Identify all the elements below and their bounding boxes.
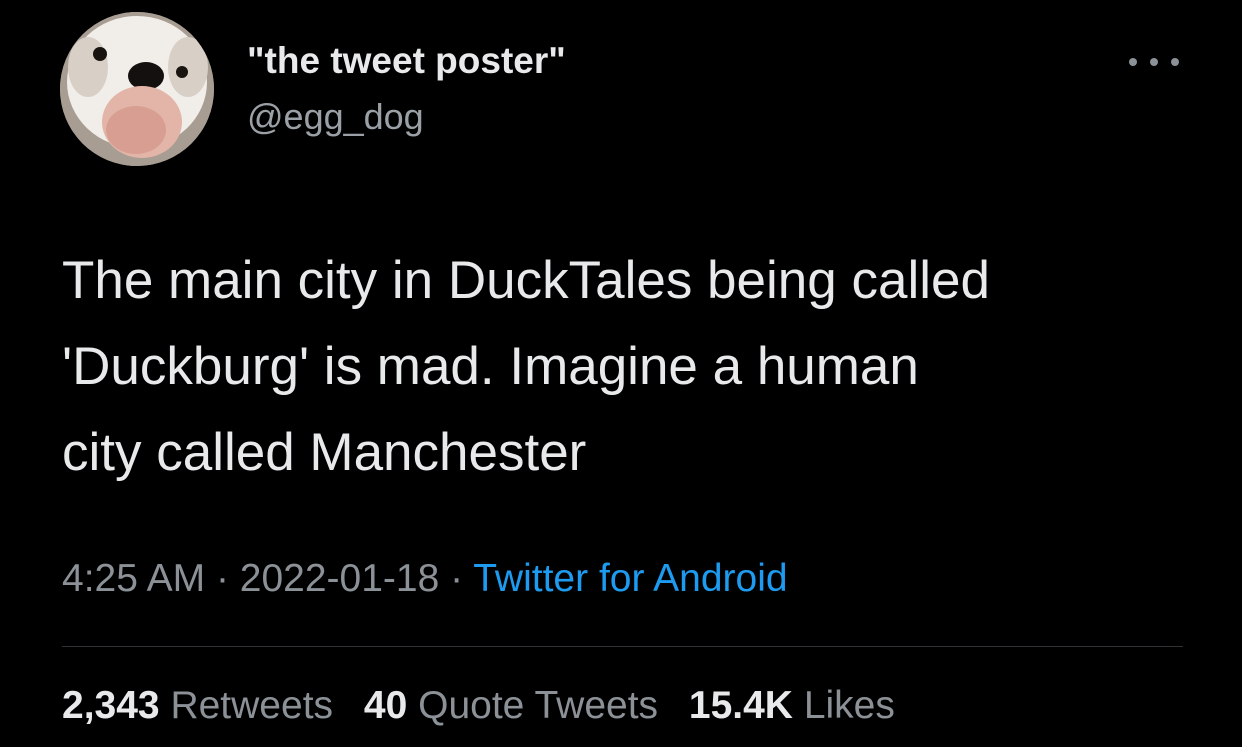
tweet-source-link[interactable]: Twitter for Android <box>473 557 787 600</box>
tweet-time[interactable]: 4:25 AM <box>62 557 205 600</box>
likes-label: Likes <box>803 684 895 727</box>
tweet-text: The main city in DuckTales being called … <box>62 238 1212 496</box>
meta-separator: · <box>450 557 464 600</box>
retweets-stat[interactable]: 2,343 Retweets <box>62 684 333 727</box>
bulldog-avatar-icon <box>60 12 214 166</box>
dot <box>1150 58 1158 66</box>
more-options-icon[interactable] <box>1129 47 1179 77</box>
quote-tweets-label: Quote Tweets <box>418 684 659 727</box>
tweet-line: city called Manchester <box>62 423 587 482</box>
dot <box>1171 58 1179 66</box>
quote-tweets-stat[interactable]: 40 Quote Tweets <box>364 684 658 727</box>
user-handle[interactable]: @egg_dog <box>247 96 424 138</box>
divider <box>62 646 1183 647</box>
likes-count: 15.4K <box>688 684 793 727</box>
tweet-line: The main city in DuckTales being called <box>62 251 990 310</box>
tweet-meta: 4:25 AM · 2022-01-18 · Twitter for Andro… <box>62 557 788 601</box>
display-name[interactable]: "the tweet poster" <box>247 40 566 82</box>
avatar[interactable] <box>60 12 214 166</box>
dot <box>1129 58 1137 66</box>
retweets-count: 2,343 <box>62 684 160 727</box>
meta-separator: · <box>215 557 229 600</box>
quote-tweets-count: 40 <box>363 684 408 727</box>
retweets-label: Retweets <box>170 684 334 727</box>
tweet-date[interactable]: 2022-01-18 <box>240 557 440 600</box>
tweet-line: 'Duckburg' is mad. Imagine a human <box>62 337 919 396</box>
likes-stat[interactable]: 15.4K Likes <box>689 684 895 727</box>
tweet-stats: 2,343 Retweets 40 Quote Tweets 15.4K Lik… <box>62 684 915 728</box>
